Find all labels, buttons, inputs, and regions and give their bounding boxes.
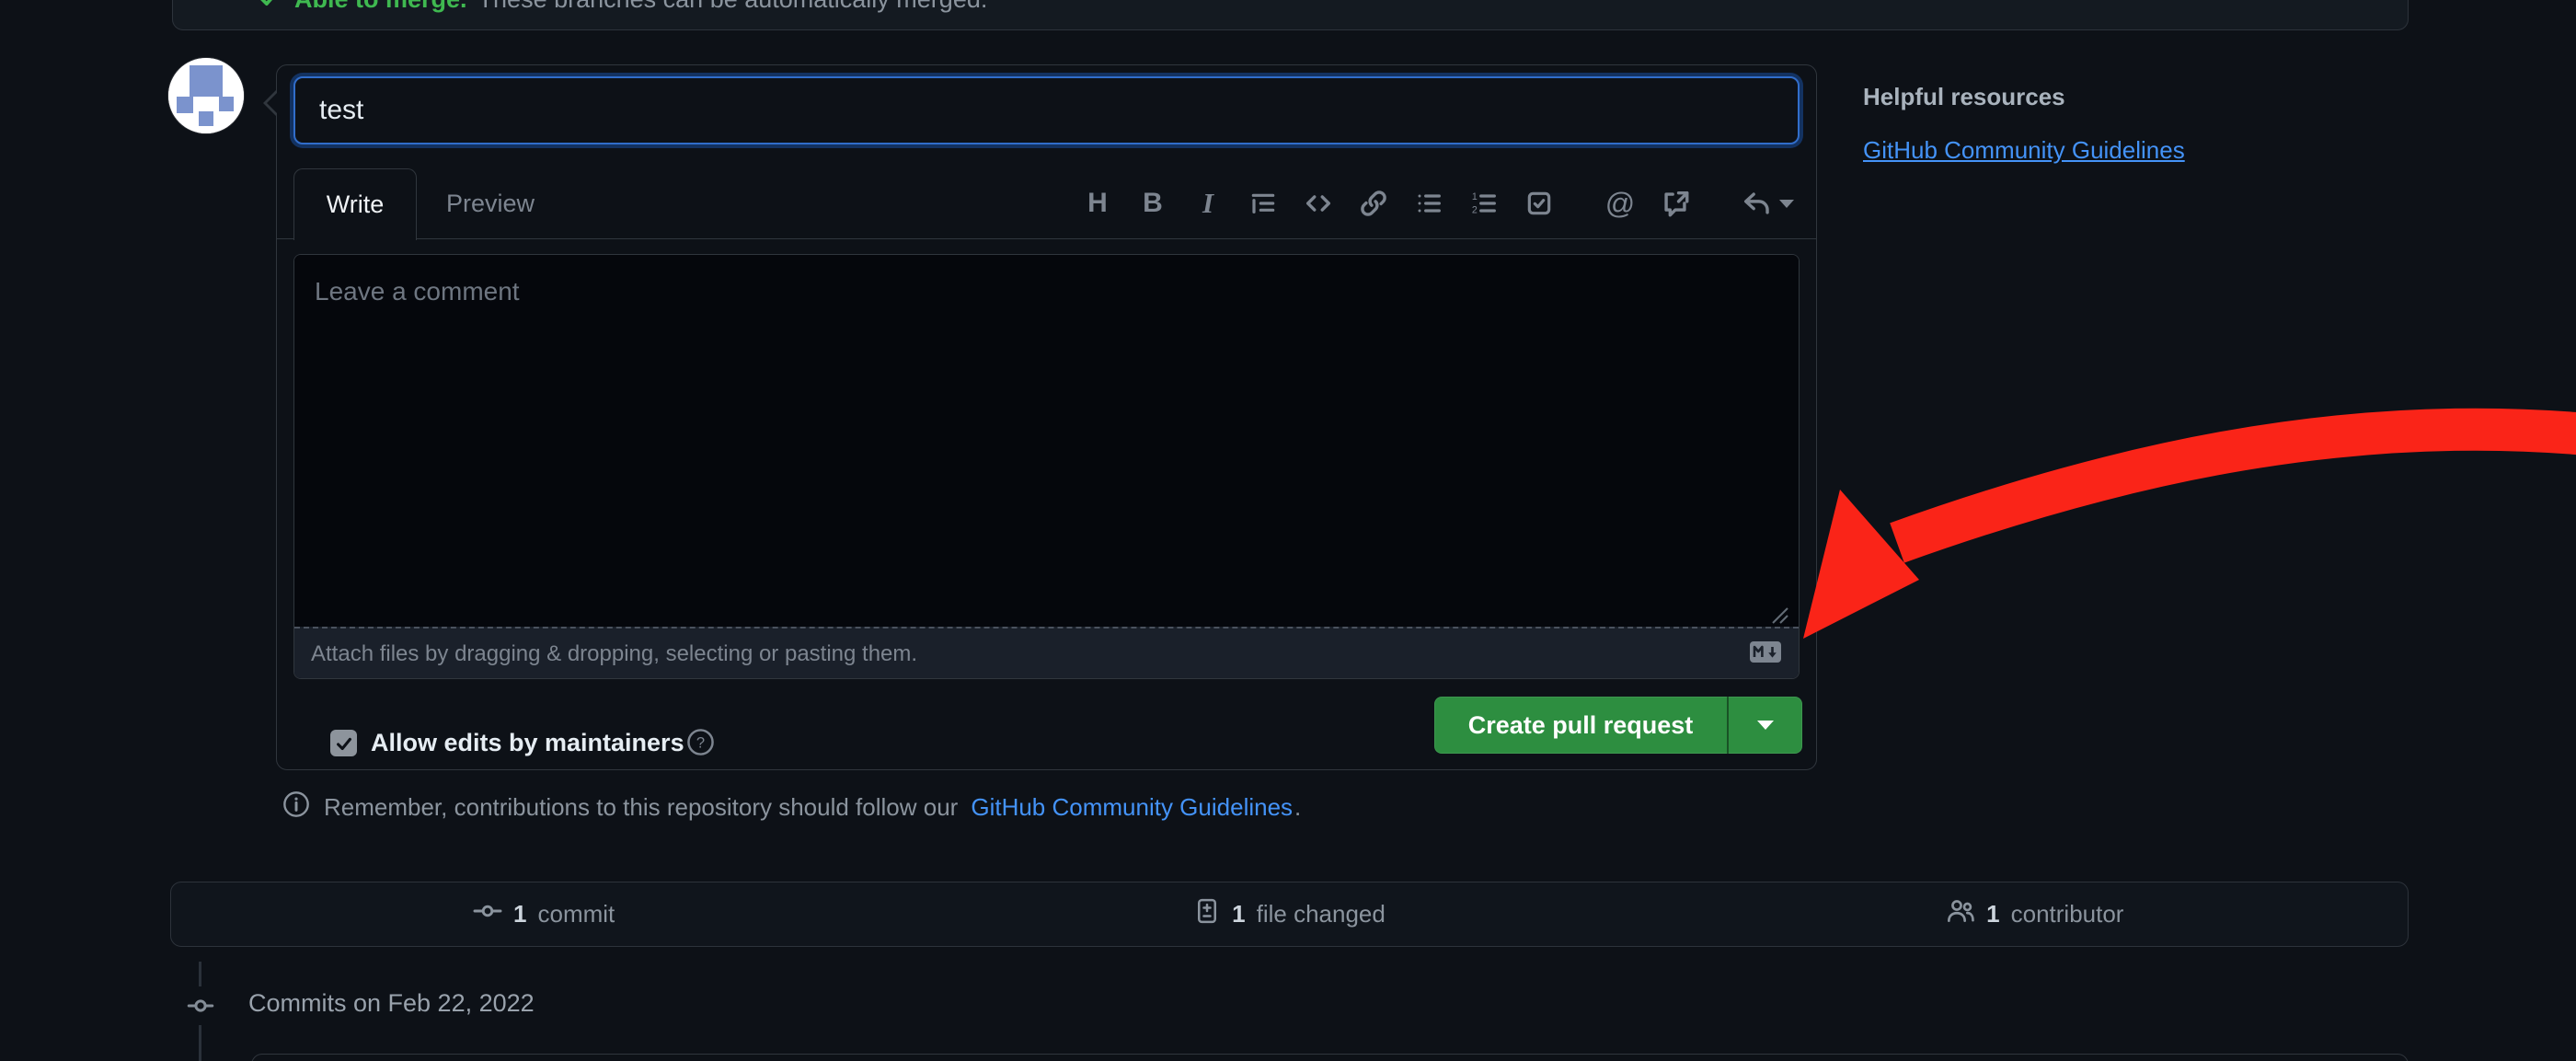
allow-edits-checkbox[interactable] bbox=[330, 730, 357, 756]
tab-write-label: Write bbox=[327, 190, 385, 219]
link-icon[interactable] bbox=[1358, 188, 1389, 219]
commit-label: commit bbox=[538, 900, 615, 928]
helpful-resources-heading: Helpful resources bbox=[1863, 83, 2065, 111]
files-changed-count: 1 bbox=[1232, 900, 1245, 928]
info-icon bbox=[282, 790, 311, 825]
commit-list-box bbox=[251, 1054, 2409, 1061]
avatar bbox=[168, 58, 244, 133]
contributors-stat[interactable]: 1 contributor bbox=[1662, 882, 2408, 946]
resize-handle-icon[interactable] bbox=[1769, 605, 1789, 629]
diff-stats-bar: 1 commit 1 file changed 1 contributor bbox=[170, 882, 2409, 947]
saved-reply-icon[interactable] bbox=[1741, 188, 1794, 219]
comment-textarea[interactable] bbox=[294, 255, 1799, 627]
saved-reply-caret-icon bbox=[1779, 200, 1794, 208]
files-changed-label: file changed bbox=[1257, 900, 1386, 928]
mergeability-status: Able to merge. These branches can be aut… bbox=[256, 0, 987, 14]
task-list-icon[interactable] bbox=[1524, 188, 1555, 219]
title-input[interactable] bbox=[293, 76, 1800, 144]
create-pull-request-button-group: Create pull request bbox=[1434, 697, 1802, 754]
contributors-count: 1 bbox=[1986, 900, 1999, 928]
reminder-text: Remember, contributions to this reposito… bbox=[324, 793, 958, 822]
community-guidelines-link[interactable]: GitHub Community Guidelines bbox=[971, 793, 1293, 822]
files-changed-stat[interactable]: 1 file changed bbox=[916, 882, 1662, 946]
attach-files-bar[interactable]: Attach files by dragging & dropping, sel… bbox=[294, 627, 1799, 679]
comment-box: Attach files by dragging & dropping, sel… bbox=[293, 254, 1800, 679]
commits-date-heading: Commits on Feb 22, 2022 bbox=[248, 989, 535, 1018]
pull-request-composer: Write Preview H B I 12 bbox=[276, 64, 1817, 770]
mergeability-banner: Able to merge. These branches can be aut… bbox=[172, 0, 2409, 30]
reminder-period: . bbox=[1294, 793, 1301, 822]
attach-files-hint: Attach files by dragging & dropping, sel… bbox=[311, 641, 1738, 667]
contributors-label: contributor bbox=[2011, 900, 2124, 928]
guidelines-reminder: Remember, contributions to this reposito… bbox=[282, 790, 1301, 825]
file-diff-icon bbox=[1193, 897, 1221, 931]
create-pull-request-button[interactable]: Create pull request bbox=[1434, 697, 1727, 754]
commit-count: 1 bbox=[513, 900, 526, 928]
pull-request-compare-page: Able to merge. These branches can be aut… bbox=[0, 0, 2576, 1061]
mergeable-description: These branches can be automatically merg… bbox=[478, 0, 988, 14]
svg-text:2: 2 bbox=[1472, 205, 1478, 216]
markdown-icon bbox=[1749, 640, 1782, 668]
help-icon[interactable]: ? bbox=[685, 727, 716, 762]
svg-text:?: ? bbox=[696, 734, 705, 751]
tab-write[interactable]: Write bbox=[293, 168, 417, 240]
mention-icon[interactable]: @ bbox=[1604, 188, 1636, 219]
cross-reference-icon[interactable] bbox=[1660, 188, 1691, 219]
code-icon[interactable] bbox=[1303, 188, 1334, 219]
ordered-list-icon[interactable]: 12 bbox=[1468, 188, 1500, 219]
svg-text:1: 1 bbox=[1472, 191, 1478, 202]
bold-icon[interactable]: B bbox=[1137, 188, 1168, 219]
tab-preview[interactable]: Preview bbox=[417, 168, 564, 238]
create-pull-request-dropdown[interactable] bbox=[1727, 697, 1802, 754]
tab-preview-label: Preview bbox=[446, 190, 535, 218]
tab-divider bbox=[277, 238, 1816, 239]
italic-icon[interactable]: I bbox=[1192, 188, 1224, 219]
commits-stat[interactable]: 1 commit bbox=[171, 882, 916, 946]
mergeable-label: Able to merge. bbox=[294, 0, 467, 14]
commit-timeline-icon bbox=[180, 986, 221, 1025]
sidebar-community-guidelines-link[interactable]: GitHub Community Guidelines bbox=[1863, 136, 2185, 165]
unordered-list-icon[interactable] bbox=[1413, 188, 1444, 219]
create-pull-request-label: Create pull request bbox=[1468, 711, 1694, 740]
speech-caret-fill bbox=[267, 90, 280, 116]
dropdown-caret-icon bbox=[1757, 721, 1774, 730]
commit-icon bbox=[473, 896, 502, 932]
markdown-toolbar: H B I 12 @ bbox=[1082, 168, 1794, 238]
heading-icon[interactable]: H bbox=[1082, 188, 1113, 219]
allow-edits-label: Allow edits by maintainers bbox=[371, 727, 684, 758]
people-icon bbox=[1946, 896, 1975, 932]
quote-icon[interactable] bbox=[1248, 188, 1279, 219]
check-icon bbox=[256, 0, 283, 17]
